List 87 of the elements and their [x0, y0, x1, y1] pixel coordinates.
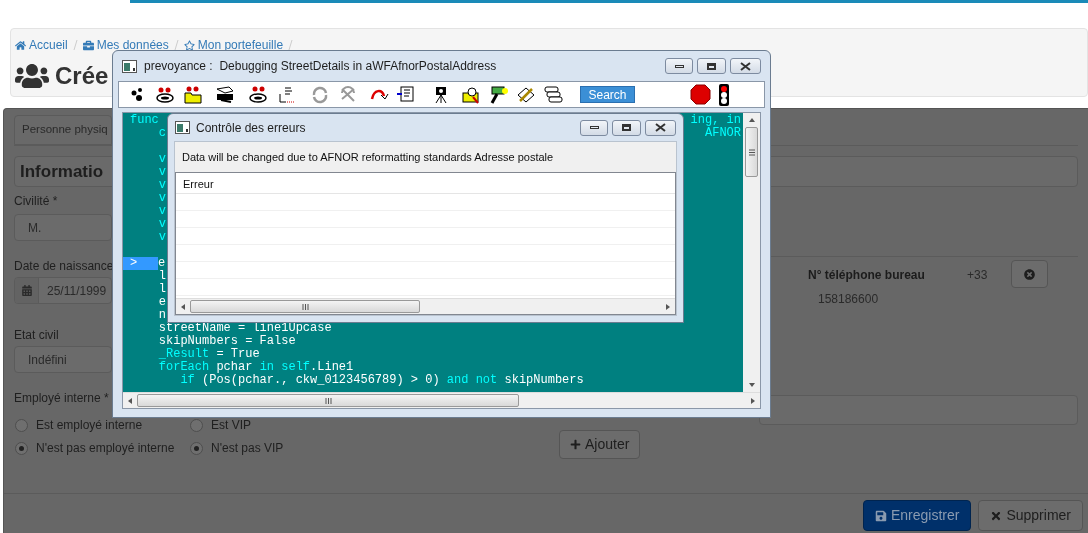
plus-icon — [570, 439, 581, 450]
close-button[interactable] — [730, 58, 761, 74]
separator-icon — [72, 40, 78, 50]
maximize-button[interactable] — [697, 58, 726, 74]
code-line: AFNOR — [705, 127, 742, 140]
code-line: func — [130, 114, 159, 127]
calendar-icon — [21, 285, 32, 296]
date-field[interactable]: 25/11/1999 — [14, 277, 112, 304]
grip-icon — [748, 148, 755, 156]
window-icon — [122, 59, 137, 73]
grip-icon — [324, 397, 332, 404]
code-line: v — [157, 218, 166, 231]
code-line: e — [158, 257, 166, 270]
radio-label: Est VIP — [211, 417, 251, 434]
horizontal-scrollbar[interactable] — [123, 392, 760, 408]
delete-button[interactable]: Supprimer — [978, 500, 1083, 531]
code-line: v — [157, 166, 166, 179]
radio-button[interactable] — [15, 418, 28, 432]
separator-icon — [173, 40, 179, 50]
page-title: Crée — [55, 61, 109, 91]
phone-number: 158186600 — [817, 291, 880, 308]
window-title: prevoyance : Debugging StreetDetails in aWFAfnorPostalAddress — [144, 58, 497, 75]
traffic-light-icon[interactable] — [718, 83, 730, 106]
select-field[interactable]: Indéfini — [14, 346, 112, 373]
minimize-button[interactable] — [580, 119, 608, 136]
code-line: v — [157, 231, 166, 244]
breadcrumb-link[interactable]: Mes données — [82, 36, 169, 54]
code-line: v — [157, 153, 166, 166]
star-icon — [183, 39, 195, 51]
radio-label: N'est pas employé interne — [36, 440, 175, 457]
home-icon — [15, 39, 26, 51]
window-icon — [175, 121, 190, 134]
code-line: skipNumbers = False — [157, 335, 296, 348]
field-label: Date de naissance — [14, 259, 114, 273]
breadcrumb-link[interactable]: Mon portefeuille — [183, 36, 284, 54]
code-line: l — [157, 283, 166, 296]
stack-icon[interactable] — [543, 84, 563, 105]
close-icon — [655, 123, 666, 132]
remove-icon — [1024, 268, 1036, 280]
field-label: Civilité * — [14, 194, 58, 208]
separator-icon — [288, 40, 294, 50]
code-line: if (Pos(pchar., ckw_0123456789) > 0) and not skipNumbers — [179, 374, 584, 387]
code-line: e — [157, 296, 166, 309]
select-field[interactable]: M. — [14, 214, 112, 241]
phone-label: N° téléphone bureau — [808, 267, 926, 284]
close-icon — [740, 61, 751, 71]
tab[interactable]: Personne physiq — [14, 115, 112, 145]
radio-button[interactable] — [190, 441, 203, 455]
code-editor[interactable] — [123, 113, 743, 392]
radio-label: N'est pas VIP — [211, 440, 284, 457]
radio-label: Est employé interne — [36, 417, 143, 434]
dish-icon[interactable] — [248, 84, 268, 105]
floppy-icon — [874, 509, 887, 522]
close-button[interactable] — [645, 119, 676, 136]
radio-button[interactable] — [190, 418, 203, 432]
grip-icon — [301, 303, 309, 310]
search-button[interactable]: Search — [580, 86, 635, 103]
field-label: Employé interne * — [14, 391, 109, 405]
minimize-button[interactable] — [665, 58, 693, 74]
code-line: l — [157, 270, 166, 283]
dialog-title: Contrôle des erreurs — [196, 119, 306, 137]
phone-prefix: +33 — [967, 267, 988, 284]
field-label: Etat civil — [14, 328, 59, 342]
breadcrumb-link[interactable]: Accueil — [15, 36, 68, 54]
code-line: v — [157, 205, 166, 218]
folder-icon[interactable] — [183, 84, 203, 105]
users-icon — [15, 62, 49, 90]
briefcase-icon — [82, 39, 94, 51]
add-button[interactable]: Ajouter — [559, 430, 641, 459]
horizontal-scrollbar[interactable] — [176, 298, 675, 314]
error-list[interactable]: Erreur — [175, 172, 676, 315]
radio-button[interactable] — [15, 441, 28, 455]
vertical-scrollbar[interactable] — [743, 113, 760, 392]
save-button[interactable]: Enregistrer — [862, 500, 972, 531]
stop-sign-icon[interactable] — [690, 84, 711, 105]
code-line: _Result = True — [157, 348, 260, 361]
code-line: n — [157, 309, 166, 322]
close-icon — [990, 509, 1003, 522]
code-line: ing, in — [690, 114, 742, 127]
code-line: streetName = line1Upcase — [157, 322, 332, 335]
code-line: c — [157, 127, 166, 140]
magnifier-icon[interactable] — [461, 84, 481, 105]
list-icon[interactable] — [396, 84, 416, 105]
code-line: v — [157, 192, 166, 205]
code-line: forEach pchar in self.Line1 — [157, 361, 354, 374]
maximize-button[interactable] — [612, 119, 641, 136]
remove-button[interactable] — [1011, 260, 1049, 288]
